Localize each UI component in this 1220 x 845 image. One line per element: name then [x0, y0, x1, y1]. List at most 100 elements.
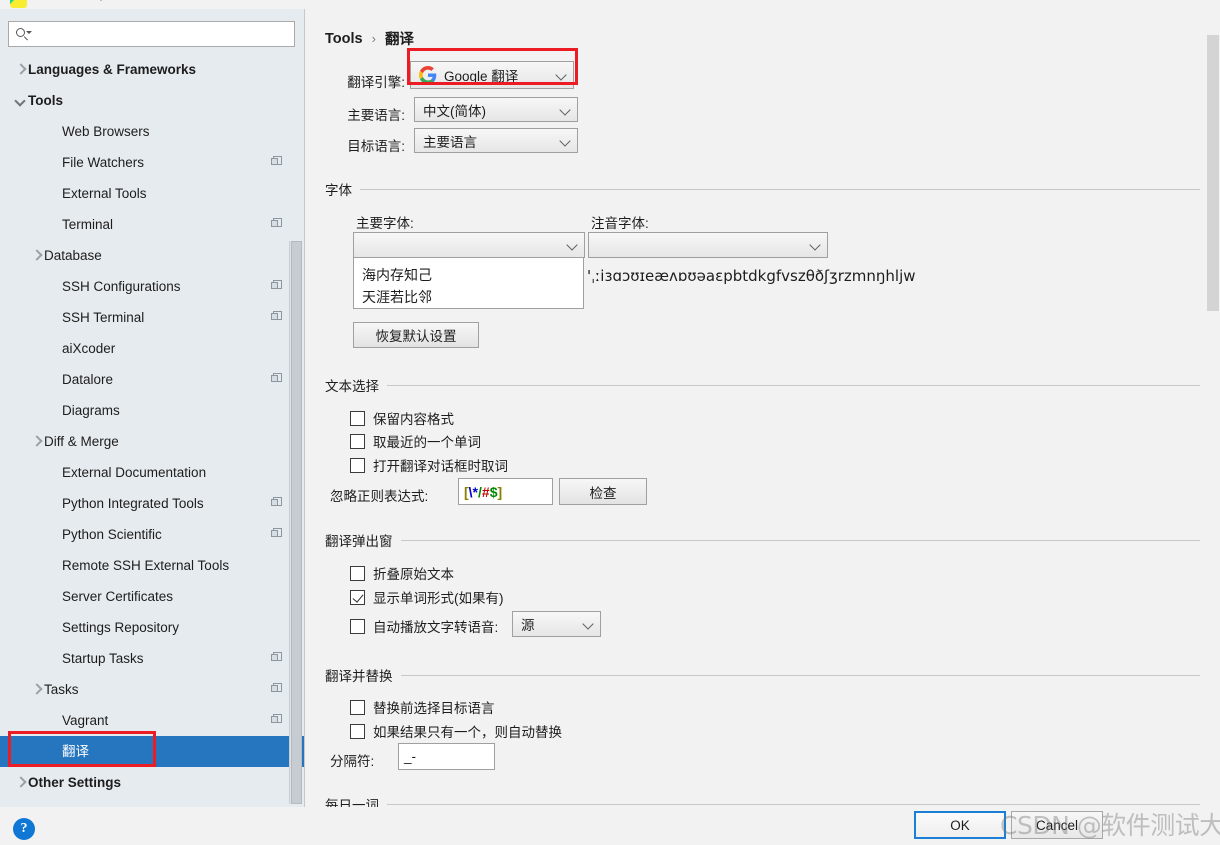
sidebar-item-label: Languages & Frameworks: [28, 62, 197, 77]
help-icon[interactable]: ?: [13, 818, 35, 840]
settings-content: Tools › 翻译 翻译引擎: Google 翻译 主要语言: 中文(简体) …: [306, 9, 1220, 807]
copy-settings-icon[interactable]: [271, 652, 283, 664]
sidebar-item-23[interactable]: Other Settings: [0, 767, 304, 798]
auto-tts-label: 自动播放文字转语音:: [373, 620, 499, 635]
sidebar-item-6[interactable]: Database: [0, 240, 304, 271]
sidebar-item-13[interactable]: External Documentation: [0, 457, 304, 488]
checkbox-row-auto-replace-single[interactable]: 如果结果只有一个，则自动替换: [350, 721, 562, 741]
sidebar-item-0[interactable]: Languages & Frameworks: [0, 54, 304, 85]
search-icon: [15, 26, 32, 42]
checkbox-row-select-target-before-replace[interactable]: 替换前选择目标语言: [350, 697, 495, 717]
tts-source-combo[interactable]: 源: [512, 611, 601, 637]
sidebar-item-15[interactable]: Python Scientific: [0, 519, 304, 550]
checkbox-row-auto-tts[interactable]: 自动播放文字转语音:: [350, 616, 498, 636]
engine-combo[interactable]: Google 翻译: [410, 61, 574, 89]
checkbox-row-show-word-forms[interactable]: 显示单词形式(如果有): [350, 587, 504, 607]
nearest-word-checkbox[interactable]: [350, 433, 365, 449]
primary-language-combo[interactable]: 中文(简体): [414, 97, 578, 122]
take-word-on-open-label: 打开翻译对话框时取词: [373, 459, 508, 474]
copy-settings-icon[interactable]: [271, 373, 283, 385]
chevron-down-icon[interactable]: [14, 85, 28, 116]
pycharm-logo-icon: [10, 0, 27, 8]
chevron-right-icon[interactable]: [30, 674, 44, 705]
reset-defaults-button[interactable]: 恢复默认设置: [353, 322, 479, 348]
ignore-regex-label: 忽略正则表达式:: [330, 489, 429, 504]
sidebar-item-20[interactable]: Tasks: [0, 674, 304, 705]
breadcrumb-root[interactable]: Tools: [325, 31, 363, 47]
replace-group-header: 翻译并替换: [325, 665, 1200, 685]
text-selection-group-title: 文本选择: [325, 379, 379, 394]
checkbox-row-take-word-on-open[interactable]: 打开翻译对话框时取词: [350, 455, 508, 475]
fold-original-checkbox[interactable]: [350, 565, 365, 581]
primary-font-combo[interactable]: [353, 232, 585, 258]
sidebar-item-7[interactable]: SSH Configurations: [0, 271, 304, 302]
search-input[interactable]: [31, 23, 294, 45]
sidebar-item-label: Python Scientific: [62, 527, 162, 542]
ignore-regex-input[interactable]: [\*/#$]: [458, 478, 553, 505]
group-divider: [360, 188, 1200, 190]
copy-settings-icon[interactable]: [271, 683, 283, 695]
copy-settings-icon[interactable]: [271, 714, 283, 726]
copy-settings-icon[interactable]: [271, 280, 283, 292]
sidebar-item-9[interactable]: aiXcoder: [0, 333, 304, 364]
sidebar-item-4[interactable]: External Tools: [0, 178, 304, 209]
auto-tts-checkbox[interactable]: [350, 618, 365, 634]
chevron-right-icon[interactable]: [30, 240, 44, 271]
content-scrollbar[interactable]: [1206, 9, 1220, 807]
check-regex-button[interactable]: 检查: [559, 478, 647, 505]
sidebar-item-17[interactable]: Server Certificates: [0, 581, 304, 612]
target-language-label: 目标语言:: [347, 139, 405, 154]
text-selection-group-header: 文本选择: [325, 375, 1200, 395]
chevron-right-icon[interactable]: [30, 426, 44, 457]
phonetic-font-combo[interactable]: [588, 232, 828, 258]
sidebar-item-18[interactable]: Settings Repository: [0, 612, 304, 643]
sidebar-item-11[interactable]: Diagrams: [0, 395, 304, 426]
sidebar-item-8[interactable]: SSH Terminal: [0, 302, 304, 333]
copy-settings-icon[interactable]: [271, 311, 283, 323]
sidebar-item-10[interactable]: Datalore: [0, 364, 304, 395]
select-target-before-replace-checkbox[interactable]: [350, 699, 365, 715]
content-scrollbar-thumb[interactable]: [1207, 35, 1219, 311]
sidebar-scrollbar[interactable]: [289, 241, 302, 804]
regex-token-4: $: [489, 483, 498, 500]
separator-input[interactable]: _-: [398, 743, 495, 770]
copy-settings-icon[interactable]: [271, 156, 283, 168]
engine-combo-value: Google 翻译: [444, 69, 519, 84]
sidebar-item-1[interactable]: Tools: [0, 85, 304, 116]
ok-button[interactable]: OK: [914, 811, 1006, 839]
font-preview-textarea[interactable]: 海内存知己 天涯若比邻: [353, 257, 584, 309]
sidebar-scrollbar-thumb[interactable]: [291, 241, 302, 804]
sidebar-item-22[interactable]: 翻译: [0, 736, 304, 767]
show-word-forms-checkbox[interactable]: [350, 589, 365, 605]
sidebar-item-12[interactable]: Diff & Merge: [0, 426, 304, 457]
checkbox-row-fold-original[interactable]: 折叠原始文本: [350, 563, 454, 583]
copy-settings-icon[interactable]: [271, 497, 283, 509]
chevron-down-icon: [564, 237, 580, 253]
keep-format-checkbox[interactable]: [350, 410, 365, 426]
chevron-down-icon: [807, 237, 823, 253]
sidebar-item-16[interactable]: Remote SSH External Tools: [0, 550, 304, 581]
copy-settings-icon[interactable]: [271, 528, 283, 540]
auto-replace-single-checkbox[interactable]: [350, 723, 365, 739]
font-preview-line-1: 海内存知己: [362, 267, 432, 283]
chevron-right-icon[interactable]: [14, 767, 28, 798]
target-language-combo[interactable]: 主要语言: [414, 128, 578, 153]
sidebar-item-2[interactable]: Web Browsers: [0, 116, 304, 147]
copy-settings-icon[interactable]: [271, 218, 283, 230]
checkbox-row-keep-format[interactable]: 保留内容格式: [350, 408, 454, 428]
take-word-on-open-checkbox[interactable]: [350, 457, 365, 473]
sidebar-item-19[interactable]: Startup Tasks: [0, 643, 304, 674]
cancel-button[interactable]: Cancel: [1011, 811, 1103, 839]
sidebar-item-5[interactable]: Terminal: [0, 209, 304, 240]
sidebar-item-21[interactable]: Vagrant: [0, 705, 304, 736]
chevron-right-icon[interactable]: [14, 54, 28, 85]
sidebar-item-3[interactable]: File Watchers: [0, 147, 304, 178]
checkbox-row-nearest-word[interactable]: 取最近的一个单词: [350, 431, 481, 451]
search-box[interactable]: [8, 21, 295, 47]
sidebar-item-14[interactable]: Python Integrated Tools: [0, 488, 304, 519]
